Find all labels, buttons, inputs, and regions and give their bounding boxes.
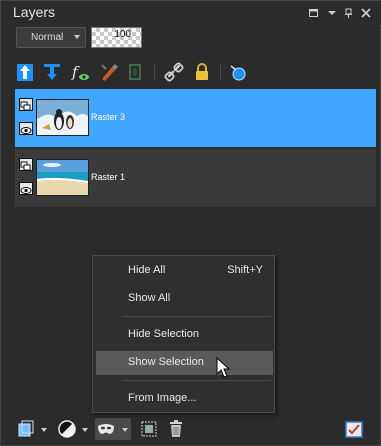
layer-toolbar: f	[1, 57, 381, 87]
eye-icon[interactable]	[19, 122, 33, 135]
mask-context-menu: Hide All Shift+Y Show All Hide Selection…	[92, 255, 275, 413]
layer-list: Raster 3 Raster 1	[15, 89, 376, 207]
edit-effect-icon[interactable]	[98, 61, 120, 83]
menu-item-hide-all[interactable]: Hide All Shift+Y	[96, 259, 273, 283]
menu-item-show-selection[interactable]: Show Selection	[96, 351, 273, 375]
bottom-toolbar	[1, 411, 381, 446]
layer-row-raster-1[interactable]: Raster 1	[15, 149, 376, 207]
menu-item-label: Show All	[128, 292, 171, 304]
svg-text:f: f	[71, 63, 80, 81]
blend-mode-select[interactable]: Normal	[16, 27, 86, 48]
restore-icon[interactable]	[307, 6, 321, 20]
layer-type-icon[interactable]	[19, 98, 33, 111]
menu-item-label: From Image...	[128, 392, 197, 404]
mask-icon[interactable]	[124, 61, 146, 83]
delete-icon[interactable]	[165, 418, 187, 440]
layer-thumbnail-penguins	[36, 99, 89, 136]
chevron-down-icon[interactable]	[41, 428, 47, 432]
layers-panel: Layers Normal 100 f Raster 3 Raster 1 Hi…	[0, 0, 381, 446]
menu-item-show-all[interactable]: Show All	[96, 287, 273, 311]
blend-row: Normal 100	[1, 25, 381, 55]
menu-item-label: Show Selection	[128, 356, 204, 368]
toolbar-divider	[220, 63, 221, 81]
properties-icon[interactable]	[343, 418, 365, 440]
layer-name: Raster 1	[91, 172, 126, 182]
chevron-down-icon	[74, 35, 80, 39]
layer-row-raster-3[interactable]: Raster 3	[15, 89, 376, 147]
new-layer-icon[interactable]	[15, 418, 37, 440]
eye-icon[interactable]	[19, 182, 33, 195]
layer-type-icon[interactable]	[19, 158, 33, 171]
menu-item-hide-selection[interactable]: Hide Selection	[96, 323, 273, 347]
panel-titlebar: Layers	[1, 1, 381, 25]
mouse-cursor-icon	[216, 357, 231, 378]
group-icon[interactable]	[138, 418, 160, 440]
menu-item-label: Hide All	[128, 264, 166, 276]
move-up-icon[interactable]	[14, 61, 36, 83]
dropdown-icon[interactable]	[325, 6, 339, 20]
menu-item-from-image[interactable]: From Image...	[96, 387, 273, 411]
menu-item-shortcut: Shift+Y	[227, 264, 263, 276]
adjustment-layer-icon[interactable]	[56, 418, 78, 440]
link-icon[interactable]	[163, 61, 185, 83]
toolbar-divider	[154, 63, 155, 81]
layer-thumbnail-beach	[36, 159, 89, 196]
visibility-globe-icon[interactable]	[227, 61, 249, 83]
move-down-icon[interactable]	[41, 61, 63, 83]
blend-mode-value: Normal	[31, 32, 64, 43]
opacity-field[interactable]: 100	[91, 27, 142, 48]
layer-name: Raster 3	[91, 112, 126, 122]
panel-title: Layers	[13, 4, 56, 20]
lock-icon[interactable]	[191, 61, 213, 83]
pin-icon[interactable]	[342, 6, 356, 20]
menu-separator	[123, 380, 271, 381]
effects-icon[interactable]: f	[69, 61, 91, 83]
close-icon[interactable]	[359, 6, 373, 20]
opacity-value: 100	[114, 29, 131, 40]
chevron-down-icon[interactable]	[122, 428, 128, 432]
chevron-down-icon[interactable]	[82, 428, 88, 432]
menu-item-label: Hide Selection	[128, 328, 199, 340]
menu-separator	[123, 316, 271, 317]
